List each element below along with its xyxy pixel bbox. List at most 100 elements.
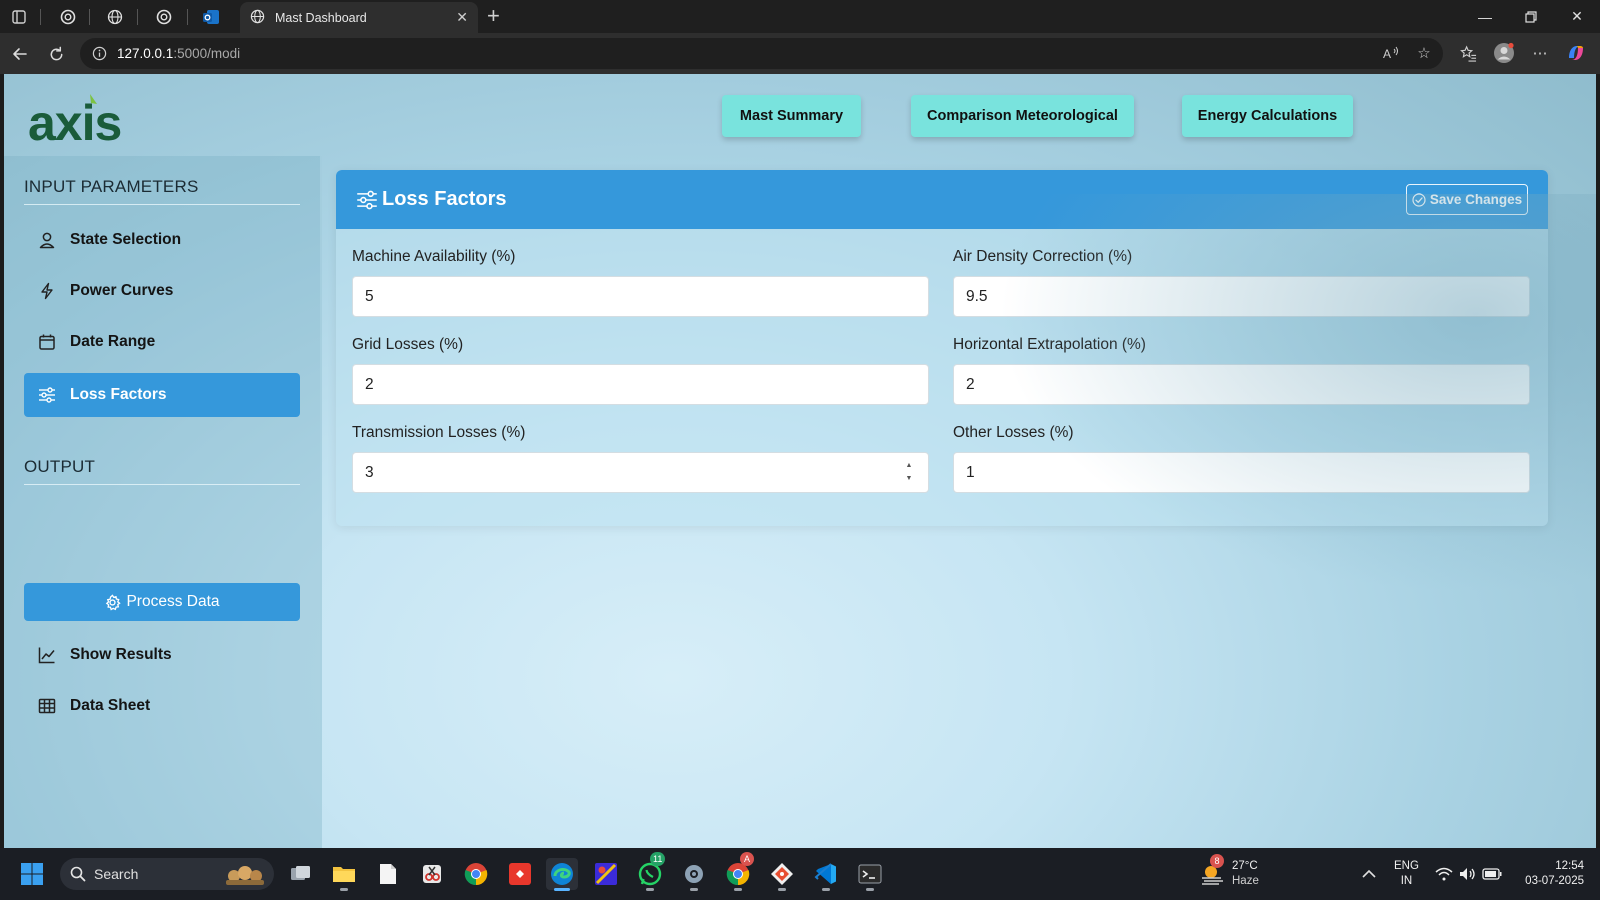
output-heading: OUTPUT xyxy=(24,457,96,476)
minimize-icon[interactable]: — xyxy=(1462,0,1508,33)
restore-icon[interactable] xyxy=(1508,0,1554,33)
other-losses-label: Other Losses (%) xyxy=(953,424,1074,441)
tab-mast-dashboard[interactable]: Mast Dashboard ✕ xyxy=(240,2,478,33)
pinned-tab-openai-icon[interactable] xyxy=(57,6,79,28)
settings-icon[interactable] xyxy=(678,858,710,891)
site-info-icon[interactable] xyxy=(92,46,107,61)
transmission-losses-input[interactable] xyxy=(352,452,929,493)
table-icon xyxy=(38,697,56,715)
loss-factors-card: Loss Factors Save Changes Machine Availa… xyxy=(336,170,1548,526)
refresh-icon[interactable] xyxy=(44,42,68,66)
person-icon xyxy=(38,231,56,249)
card-title: Loss Factors xyxy=(382,188,507,210)
save-changes-button[interactable]: Save Changes xyxy=(1406,184,1528,215)
chrome-icon[interactable] xyxy=(460,858,492,890)
grid-losses-label: Grid Losses (%) xyxy=(352,336,464,353)
language-indicator[interactable]: ENG IN xyxy=(1394,859,1419,889)
close-tab-icon[interactable]: ✕ xyxy=(456,9,468,26)
tab-title: Mast Dashboard xyxy=(275,10,367,25)
grid-losses-input[interactable] xyxy=(352,364,929,405)
sidebar-item-power-curves[interactable]: Power Curves xyxy=(24,269,300,313)
horizontal-extrapolation-label: Horizontal Extrapolation (%) xyxy=(953,336,1146,353)
lang-bottom: IN xyxy=(1400,875,1413,887)
machine-availability-input[interactable] xyxy=(352,276,929,317)
sidebar-item-state-selection[interactable]: State Selection xyxy=(24,218,300,262)
address-bar[interactable]: 127.0.0.1:5000/modi xyxy=(80,38,1443,69)
axis-logo: axis xyxy=(28,86,138,151)
back-icon[interactable] xyxy=(8,42,32,66)
weather-widget[interactable]: 27°C Haze xyxy=(1232,859,1259,889)
favorite-star-icon[interactable]: ☆ xyxy=(1412,41,1436,65)
clock[interactable]: 12:54 03-07-2025 xyxy=(1514,859,1584,889)
favorites-icon[interactable] xyxy=(1456,41,1480,65)
pinned-tab-globe-icon[interactable] xyxy=(104,6,126,28)
file-explorer-icon[interactable] xyxy=(328,858,360,891)
weather-desc: Haze xyxy=(1232,875,1259,887)
horizontal-extrapolation-input[interactable] xyxy=(953,364,1530,405)
energy-calculations-button[interactable]: Energy Calculations xyxy=(1182,95,1353,137)
notepad-icon[interactable] xyxy=(372,858,404,890)
paint-icon[interactable] xyxy=(590,858,622,890)
save-changes-label: Save Changes xyxy=(1429,192,1523,207)
other-losses-input[interactable] xyxy=(953,452,1530,493)
process-data-button[interactable]: Process Data xyxy=(24,583,300,621)
url-host: 127.0.0.1 xyxy=(117,46,174,61)
vscode-icon[interactable] xyxy=(810,858,842,891)
comparison-meteorological-button[interactable]: Comparison Meteorological xyxy=(911,95,1134,137)
chrome-profile-icon[interactable]: A xyxy=(722,852,754,891)
number-spinner-icon[interactable]: ▲ ▼ xyxy=(904,461,914,483)
terminal-icon[interactable] xyxy=(854,858,886,891)
calendar-icon xyxy=(38,333,56,351)
url-path: :5000/modi xyxy=(173,46,241,61)
process-data-label: Process Data xyxy=(126,593,220,610)
more-options-icon[interactable]: ⋯ xyxy=(1528,41,1552,65)
weather-icon[interactable]: 8 xyxy=(1196,854,1228,890)
taskbar: Search 11 A 8 27°C Haze ENG IN 12:54 03-… xyxy=(0,848,1600,900)
browser-tab-bar: Mast Dashboard ✕ + — ✕ xyxy=(0,0,1600,33)
edge-browser-icon[interactable] xyxy=(546,858,578,891)
sidebar-item-label: Show Results xyxy=(70,646,172,663)
snipping-tool-icon[interactable] xyxy=(416,858,448,890)
search-highlight-icon xyxy=(222,862,268,886)
check-circle-icon xyxy=(1412,192,1426,207)
transmission-losses-label: Transmission Losses (%) xyxy=(352,424,526,441)
mast-summary-button[interactable]: Mast Summary xyxy=(722,95,861,137)
sliders-icon xyxy=(356,189,378,211)
divider xyxy=(24,484,300,485)
windows-start-icon[interactable] xyxy=(16,858,48,890)
air-density-correction-input[interactable] xyxy=(953,276,1530,317)
git-icon[interactable] xyxy=(766,858,798,891)
machine-availability-label: Machine Availability (%) xyxy=(352,248,516,265)
search-icon xyxy=(70,866,86,882)
sidebar-item-show-results[interactable]: Show Results xyxy=(24,633,300,677)
chrome-profile-badge: A xyxy=(740,852,754,866)
pinned-tab-openai-icon[interactable] xyxy=(153,6,175,28)
lang-top: ENG xyxy=(1394,860,1419,872)
task-view-icon[interactable] xyxy=(285,858,317,890)
sidebar: INPUT PARAMETERS State Selection Power C… xyxy=(4,156,322,848)
profile-avatar-icon[interactable] xyxy=(1492,41,1516,65)
whatsapp-icon[interactable]: 11 xyxy=(634,852,666,891)
sidebar-item-data-sheet[interactable]: Data Sheet xyxy=(24,684,300,728)
chevron-up-icon[interactable] xyxy=(1353,858,1385,890)
read-aloud-icon[interactable]: A xyxy=(1380,41,1404,65)
sidebar-item-date-range[interactable]: Date Range xyxy=(24,320,300,364)
sidebar-item-loss-factors[interactable]: Loss Factors xyxy=(24,373,300,417)
close-window-icon[interactable]: ✕ xyxy=(1554,0,1600,33)
taskbar-search[interactable]: Search xyxy=(60,858,274,890)
sidebar-item-label: Power Curves xyxy=(70,282,174,299)
pinned-tab-outlook-icon[interactable] xyxy=(200,6,222,28)
sidebar-item-label: Date Range xyxy=(70,333,156,350)
anydesk-icon[interactable] xyxy=(504,858,536,890)
tab-actions-icon[interactable] xyxy=(8,6,30,28)
sidebar-item-label: State Selection xyxy=(70,231,182,248)
card-header: Loss Factors Save Changes xyxy=(336,170,1548,229)
sidebar-item-label: Data Sheet xyxy=(70,697,151,714)
gear-icon xyxy=(104,593,122,611)
copilot-icon[interactable] xyxy=(1564,41,1588,65)
new-tab-icon[interactable]: + xyxy=(487,4,500,28)
web-page: axis Mast Summary Comparison Meteorologi… xyxy=(4,74,1596,848)
search-label: Search xyxy=(94,866,139,882)
battery-icon[interactable] xyxy=(1476,858,1508,890)
lightning-icon xyxy=(38,282,56,300)
